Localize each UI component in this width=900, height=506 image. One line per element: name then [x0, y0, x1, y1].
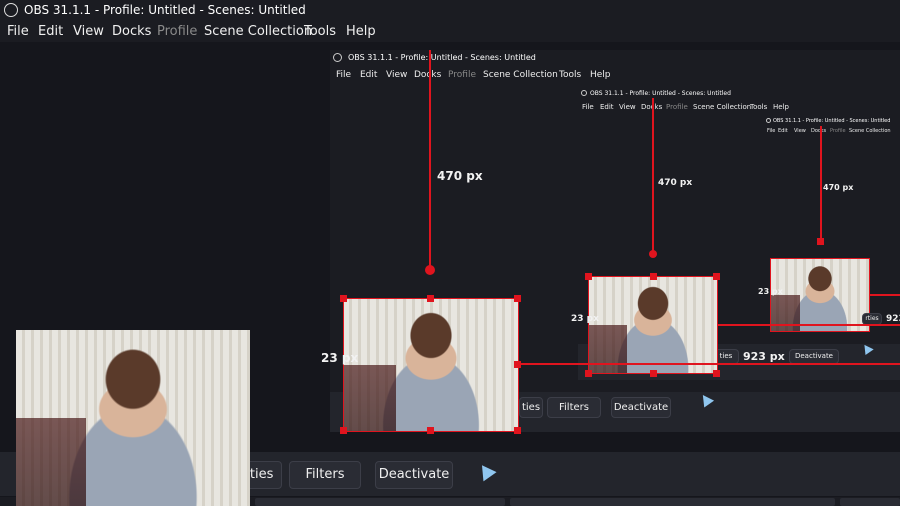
nested-menu-tools: Tools — [559, 70, 582, 80]
resize-handle — [514, 295, 521, 302]
level1-left-measurement: 23 px — [321, 351, 359, 365]
nested-filters-button: Filters — [547, 397, 601, 418]
level1-selection-box — [343, 298, 519, 432]
nested-menu-docks: Docks — [414, 70, 442, 80]
nested-menu-view: View — [619, 103, 636, 111]
resize-handle — [514, 361, 521, 368]
resize-handle — [585, 370, 592, 377]
nested-menu-scene-collection: Scene Collection — [483, 70, 558, 80]
menu-bar: File Edit View Docks Profile Scene Colle… — [0, 22, 900, 42]
level2-left-measurement: 23 px — [571, 314, 599, 324]
level3-right-guide — [870, 294, 900, 296]
level1-right-guide — [519, 363, 900, 365]
title-bar: OBS 31.1.1 - Profile: Untitled - Scenes:… — [0, 0, 900, 22]
level1-top-guide — [429, 50, 431, 268]
resize-handle — [427, 295, 434, 302]
nested-menu-scene-collection: Scene Collection — [849, 128, 891, 134]
nested-window-title: OBS 31.1.1 - Profile: Untitled - Scenes:… — [348, 53, 536, 62]
nested-menu-scene-collection: Scene Collection — [693, 103, 752, 111]
level3-selection-box — [770, 258, 870, 332]
nested-menu-profile: Profile — [830, 128, 846, 134]
level3-top-measurement: 470 px — [823, 183, 854, 192]
resize-handle — [713, 273, 720, 280]
nested-deactivate-button: Deactivate — [789, 349, 839, 364]
nested-menu-edit: Edit — [360, 70, 378, 80]
nested-menu-help: Help — [590, 70, 611, 80]
obs-logo-icon — [333, 53, 342, 62]
menu-help[interactable]: Help — [346, 24, 376, 39]
resize-handle — [650, 273, 657, 280]
resize-handle — [585, 273, 592, 280]
menu-tools[interactable]: Tools — [304, 24, 336, 39]
nested-deactivate-button: Deactivate — [611, 397, 671, 418]
level2-right-guide — [718, 324, 900, 326]
menu-profile: Profile — [157, 24, 198, 39]
nested-menu-file: File — [336, 70, 352, 80]
level3-right-measurement: 923 — [886, 314, 900, 324]
deactivate-button[interactable]: Deactivate — [375, 461, 453, 489]
nested-menu-view: View — [386, 70, 408, 80]
scene-transitions-dock-header — [840, 498, 900, 506]
window-title: OBS 31.1.1 - Profile: Untitled - Scenes:… — [24, 3, 306, 17]
nested-menu-profile: Profile — [448, 70, 476, 80]
obs-logo-icon — [766, 118, 771, 123]
nested-menu-docks: Docks — [811, 128, 827, 134]
obs-logo-icon — [581, 90, 587, 96]
nested-menu-edit: Edit — [778, 128, 788, 134]
menu-docks[interactable]: Docks — [112, 24, 151, 39]
level1-rotate-handle — [425, 265, 435, 275]
level2-top-measurement: 470 px — [658, 178, 693, 188]
level2-top-guide — [652, 98, 654, 254]
resize-handle — [514, 427, 521, 434]
resize-handle — [427, 427, 434, 434]
nested-menu-file: File — [767, 128, 776, 134]
menu-view[interactable]: View — [73, 24, 104, 39]
level1-top-measurement-label: 470 px — [437, 169, 483, 183]
nested-menu-tools: Tools — [750, 103, 768, 111]
nested-menu-profile: Profile — [666, 103, 688, 111]
sources-dock-header — [255, 498, 505, 506]
menu-file[interactable]: File — [7, 24, 29, 39]
level3-top-guide — [820, 126, 822, 242]
resize-handle — [340, 427, 347, 434]
nested-menu-view: View — [794, 128, 806, 134]
menu-scene-collection[interactable]: Scene Collection — [204, 24, 312, 39]
nested-menu-edit: Edit — [600, 103, 614, 111]
webcam-overlay — [16, 330, 250, 506]
menu-edit[interactable]: Edit — [38, 24, 63, 39]
resize-handle — [713, 370, 720, 377]
level2-rotate-handle — [649, 250, 657, 258]
nested-menu-file: File — [582, 103, 594, 111]
level2-right-measurement: 923 px — [743, 350, 785, 363]
level3-guide-handle — [817, 238, 824, 245]
obs-logo-icon — [4, 3, 18, 17]
audio-mixer-dock-header — [510, 498, 835, 506]
nested-window-title: OBS 31.1.1 - Profile: Untitled - Scenes:… — [773, 118, 891, 124]
nested-menu-help: Help — [773, 103, 789, 111]
nested-properties-button: ties — [519, 397, 543, 418]
resize-handle — [340, 295, 347, 302]
filters-button[interactable]: Filters — [289, 461, 361, 489]
resize-handle — [650, 370, 657, 377]
level2-selection-box — [588, 276, 718, 374]
nested-window-title: OBS 31.1.1 - Profile: Untitled - Scenes:… — [590, 90, 731, 97]
